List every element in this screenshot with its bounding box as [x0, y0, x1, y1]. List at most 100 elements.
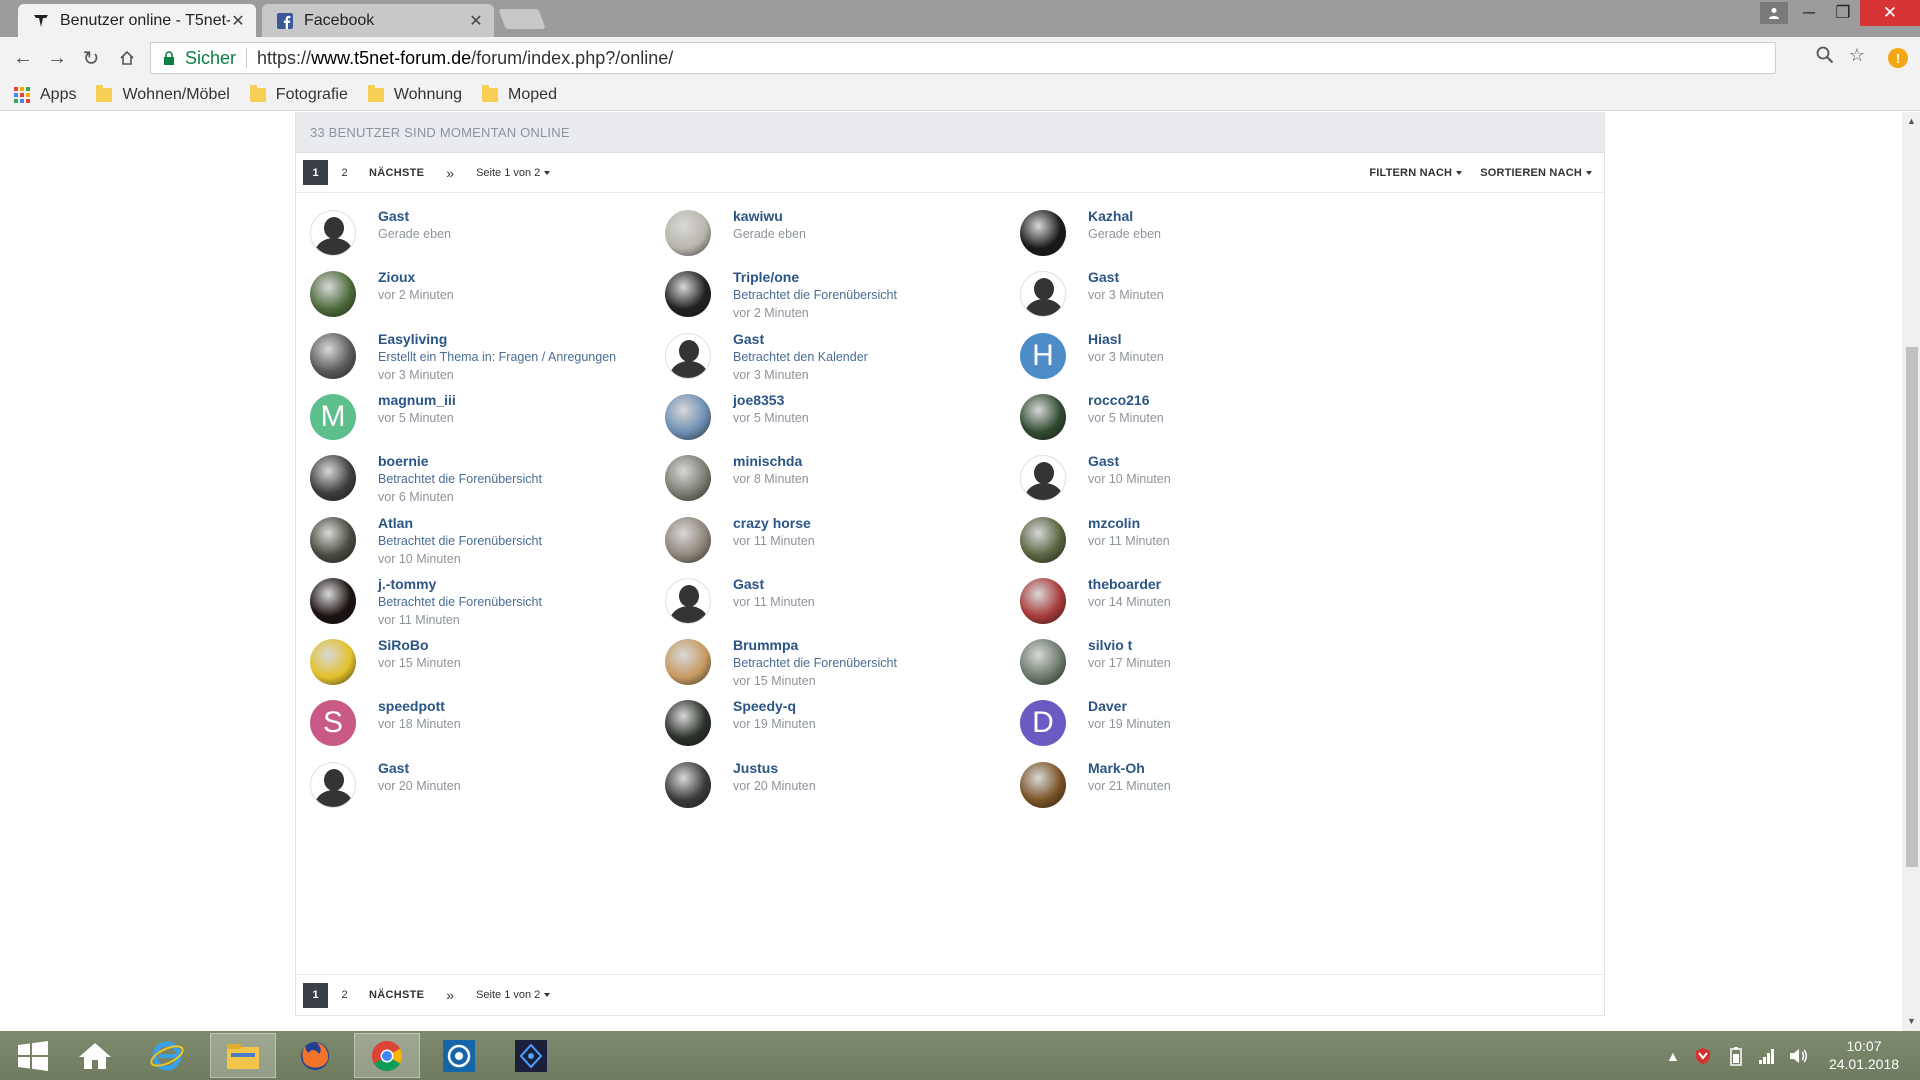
network-signal-icon[interactable]	[1758, 1031, 1776, 1080]
user-name-link[interactable]: Zioux	[378, 269, 454, 286]
user-activity-link[interactable]: Betrachtet die Forenübersicht	[733, 654, 897, 672]
user-activity-link[interactable]: Betrachtet die Forenübersicht	[733, 286, 897, 304]
extension-alert-icon[interactable]: !	[1888, 48, 1908, 68]
internet-explorer-icon[interactable]	[134, 1033, 200, 1078]
guest-avatar-icon[interactable]	[1020, 455, 1066, 501]
bookmark-fotografie[interactable]: Fotografie	[249, 84, 348, 104]
last-page-icon[interactable]: »	[446, 165, 454, 181]
close-tab-icon[interactable]: ✕	[468, 11, 484, 31]
firefox-icon[interactable]	[282, 1033, 348, 1078]
bookmark-wohnen-moebel[interactable]: Wohnen/Möbel	[96, 84, 230, 104]
page-2-button[interactable]: 2	[332, 983, 357, 1008]
page-2-button[interactable]: 2	[332, 160, 357, 185]
user-profile-icon[interactable]	[1760, 2, 1788, 24]
user-name-link[interactable]: Hiasl	[1088, 331, 1164, 348]
photo-avatar[interactable]	[1020, 394, 1066, 440]
address-bar[interactable]: Sicher https://www.t5net-forum.de/forum/…	[150, 42, 1776, 74]
user-name-link[interactable]: joe8353	[733, 392, 809, 409]
user-name-link[interactable]: Brummpa	[733, 637, 897, 654]
user-activity-link[interactable]: Betrachtet die Forenübersicht	[378, 532, 542, 550]
user-name-link[interactable]: rocco216	[1088, 392, 1164, 409]
user-activity-link[interactable]: Betrachtet die Forenübersicht	[378, 593, 542, 611]
bookmark-apps[interactable]: Apps	[14, 86, 76, 104]
photo-avatar[interactable]	[310, 578, 356, 624]
bookmark-wohnung[interactable]: Wohnung	[367, 84, 462, 104]
volume-icon[interactable]	[1788, 1031, 1808, 1080]
scrollbar-thumb[interactable]	[1906, 347, 1918, 867]
user-name-link[interactable]: Justus	[733, 760, 816, 777]
photo-avatar[interactable]	[665, 210, 711, 256]
page-jump-dropdown[interactable]: Seite 1 von 2	[476, 167, 551, 179]
page-1-button[interactable]: 1	[303, 160, 328, 185]
new-tab-button[interactable]	[498, 9, 546, 29]
photo-avatar[interactable]	[1020, 517, 1066, 563]
photo-avatar[interactable]	[665, 455, 711, 501]
photo-avatar[interactable]	[1020, 639, 1066, 685]
photo-avatar[interactable]	[665, 700, 711, 746]
photo-avatar[interactable]	[310, 517, 356, 563]
page-scrollbar[interactable]: ▲ ▼	[1902, 112, 1920, 1031]
close-tab-icon[interactable]: ✕	[230, 11, 246, 31]
file-explorer-icon[interactable]	[210, 1033, 276, 1078]
guest-avatar-icon[interactable]	[310, 762, 356, 808]
photo-avatar[interactable]	[665, 517, 711, 563]
user-name-link[interactable]: j.-tommy	[378, 576, 542, 593]
user-name-link[interactable]: Gast	[378, 760, 461, 777]
photo-avatar[interactable]	[310, 639, 356, 685]
photo-app-icon[interactable]	[498, 1033, 564, 1078]
battery-icon[interactable]	[1728, 1031, 1744, 1080]
photo-avatar[interactable]	[665, 394, 711, 440]
photo-avatar[interactable]	[665, 762, 711, 808]
guest-avatar-icon[interactable]	[665, 333, 711, 379]
user-name-link[interactable]: kawiwu	[733, 208, 806, 225]
user-name-link[interactable]: Mark-Oh	[1088, 760, 1171, 777]
start-button[interactable]	[0, 1033, 66, 1078]
home-icon[interactable]	[62, 1033, 128, 1078]
user-name-link[interactable]: Atlan	[378, 515, 542, 532]
bookmark-star-icon[interactable]: ☆	[1847, 45, 1867, 65]
media-app-icon[interactable]	[426, 1033, 492, 1078]
minimize-button[interactable]: ─	[1792, 0, 1826, 26]
bookmark-moped[interactable]: Moped	[482, 84, 557, 104]
home-icon[interactable]	[114, 45, 140, 71]
user-name-link[interactable]: magnum_iii	[378, 392, 456, 409]
filter-dropdown[interactable]: FILTERN NACH	[1369, 167, 1463, 179]
user-name-link[interactable]: Daver	[1088, 698, 1171, 715]
photo-avatar[interactable]	[310, 455, 356, 501]
user-activity-link[interactable]: Betrachtet den Kalender	[733, 348, 868, 366]
letter-avatar[interactable]: S	[310, 700, 356, 746]
user-name-link[interactable]: Gast	[733, 576, 815, 593]
user-name-link[interactable]: boernie	[378, 453, 542, 470]
user-name-link[interactable]: mzcolin	[1088, 515, 1170, 532]
photo-avatar[interactable]	[1020, 578, 1066, 624]
antivirus-shield-icon[interactable]	[1694, 1031, 1712, 1080]
photo-avatar[interactable]	[310, 271, 356, 317]
tab-benutzer-online[interactable]: Benutzer online - T5net- ✕	[18, 4, 256, 37]
photo-avatar[interactable]	[665, 639, 711, 685]
user-name-link[interactable]: Easyliving	[378, 331, 616, 348]
user-name-link[interactable]: Speedy-q	[733, 698, 816, 715]
user-name-link[interactable]: Gast	[1088, 453, 1171, 470]
page-jump-dropdown[interactable]: Seite 1 von 2	[476, 989, 551, 1001]
user-name-link[interactable]: Kazhal	[1088, 208, 1161, 225]
scroll-down-icon[interactable]: ▼	[1907, 1016, 1916, 1026]
photo-avatar[interactable]	[310, 333, 356, 379]
user-name-link[interactable]: SiRoBo	[378, 637, 461, 654]
user-name-link[interactable]: Gast	[378, 208, 451, 225]
scroll-up-icon[interactable]: ▲	[1907, 116, 1916, 126]
letter-avatar[interactable]: H	[1020, 333, 1066, 379]
user-activity-link[interactable]: Erstellt ein Thema in: Fragen / Anregung…	[378, 348, 616, 366]
guest-avatar-icon[interactable]	[1020, 271, 1066, 317]
user-name-link[interactable]: Triple/one	[733, 269, 897, 286]
chrome-icon[interactable]	[354, 1033, 420, 1078]
guest-avatar-icon[interactable]	[665, 578, 711, 624]
user-name-link[interactable]: theboarder	[1088, 576, 1171, 593]
last-page-icon[interactable]: »	[446, 987, 454, 1003]
reload-icon[interactable]: ↻	[78, 45, 104, 71]
letter-avatar[interactable]: M	[310, 394, 356, 440]
user-name-link[interactable]: minischda	[733, 453, 809, 470]
photo-avatar[interactable]	[665, 271, 711, 317]
sort-dropdown[interactable]: SORTIEREN NACH	[1480, 167, 1592, 179]
photo-avatar[interactable]	[1020, 762, 1066, 808]
page-1-button[interactable]: 1	[303, 982, 328, 1008]
